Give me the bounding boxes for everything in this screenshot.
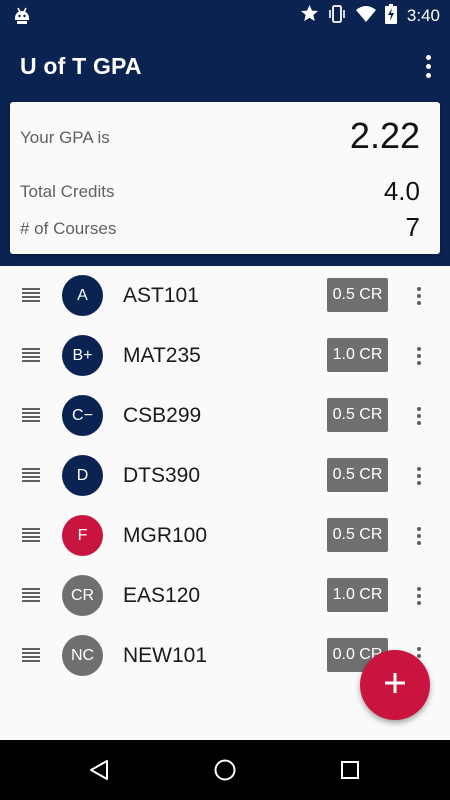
- course-list: A AST101 0.5 CR B+ MAT235 1.0 CR C− CSB2…: [0, 266, 450, 686]
- more-vert-icon[interactable]: [418, 52, 438, 80]
- app-title: U of T GPA: [20, 53, 142, 79]
- drag-handle-icon[interactable]: [22, 648, 40, 662]
- course-row[interactable]: CR EAS120 1.0 CR: [0, 566, 450, 626]
- course-code: MAT235: [123, 344, 201, 367]
- more-vert-icon[interactable]: [409, 524, 429, 548]
- course-row[interactable]: F MGR100 0.5 CR: [0, 506, 450, 566]
- credit-badge: 0.5 CR: [327, 398, 388, 432]
- grade-badge: CR: [62, 575, 103, 616]
- android-debug-icon: [12, 6, 32, 31]
- credit-badge: 0.5 CR: [327, 278, 388, 312]
- app-bar: U of T GPA: [0, 32, 450, 102]
- add-icon: [383, 671, 407, 700]
- more-vert-icon[interactable]: [409, 404, 429, 428]
- drag-handle-icon[interactable]: [22, 348, 40, 362]
- status-bar: 3:40: [0, 0, 450, 32]
- course-code: EAS120: [123, 584, 201, 607]
- back-icon[interactable]: [86, 757, 112, 783]
- home-icon[interactable]: [212, 757, 238, 783]
- course-count-label: # of Courses: [20, 219, 117, 238]
- grade-badge: B+: [62, 335, 103, 376]
- drag-handle-icon[interactable]: [22, 288, 40, 302]
- course-code: MGR100: [123, 524, 208, 547]
- course-row[interactable]: D DTS390 0.5 CR: [0, 446, 450, 506]
- grade-badge: C−: [62, 395, 103, 436]
- course-row[interactable]: A AST101 0.5 CR: [0, 266, 450, 326]
- more-vert-icon[interactable]: [409, 584, 429, 608]
- recents-icon[interactable]: [337, 757, 363, 783]
- gpa-summary-card: Your GPA is 2.22 Total Credits 4.0 # of …: [10, 102, 440, 254]
- credit-badge: 1.0 CR: [327, 578, 388, 612]
- grade-badge: F: [62, 515, 103, 556]
- grade-badge: A: [62, 275, 103, 316]
- more-vert-icon[interactable]: [409, 344, 429, 368]
- gpa-label: Your GPA is: [20, 128, 110, 147]
- star-icon: [300, 4, 319, 28]
- navigation-bar: [0, 740, 450, 800]
- course-row[interactable]: C− CSB299 0.5 CR: [0, 386, 450, 446]
- credit-badge: 1.0 CR: [327, 338, 388, 372]
- course-code: DTS390: [123, 464, 201, 487]
- drag-handle-icon[interactable]: [22, 588, 40, 602]
- course-code: AST101: [123, 284, 199, 307]
- grade-badge: D: [62, 455, 103, 496]
- credit-badge: 0.5 CR: [327, 518, 388, 552]
- wifi-icon: [355, 5, 377, 28]
- battery-charging-icon: [384, 3, 397, 29]
- total-credits-value: 4.0: [383, 176, 420, 206]
- course-code: CSB299: [123, 404, 202, 427]
- gpa-value: 2.22: [349, 115, 420, 156]
- more-vert-icon[interactable]: [409, 464, 429, 488]
- drag-handle-icon[interactable]: [22, 408, 40, 422]
- add-course-button[interactable]: [360, 650, 430, 720]
- more-vert-icon[interactable]: [409, 284, 429, 308]
- status-time: 3:40: [406, 6, 440, 25]
- credit-badge: 0.5 CR: [327, 458, 388, 492]
- drag-handle-icon[interactable]: [22, 468, 40, 482]
- drag-handle-icon[interactable]: [22, 528, 40, 542]
- course-code: NEW101: [123, 644, 208, 667]
- grade-badge: NC: [62, 635, 103, 676]
- total-credits-label: Total Credits: [20, 182, 115, 201]
- course-count-value: 7: [405, 212, 420, 242]
- course-row[interactable]: B+ MAT235 1.0 CR: [0, 326, 450, 386]
- vibrate-icon: [327, 4, 347, 29]
